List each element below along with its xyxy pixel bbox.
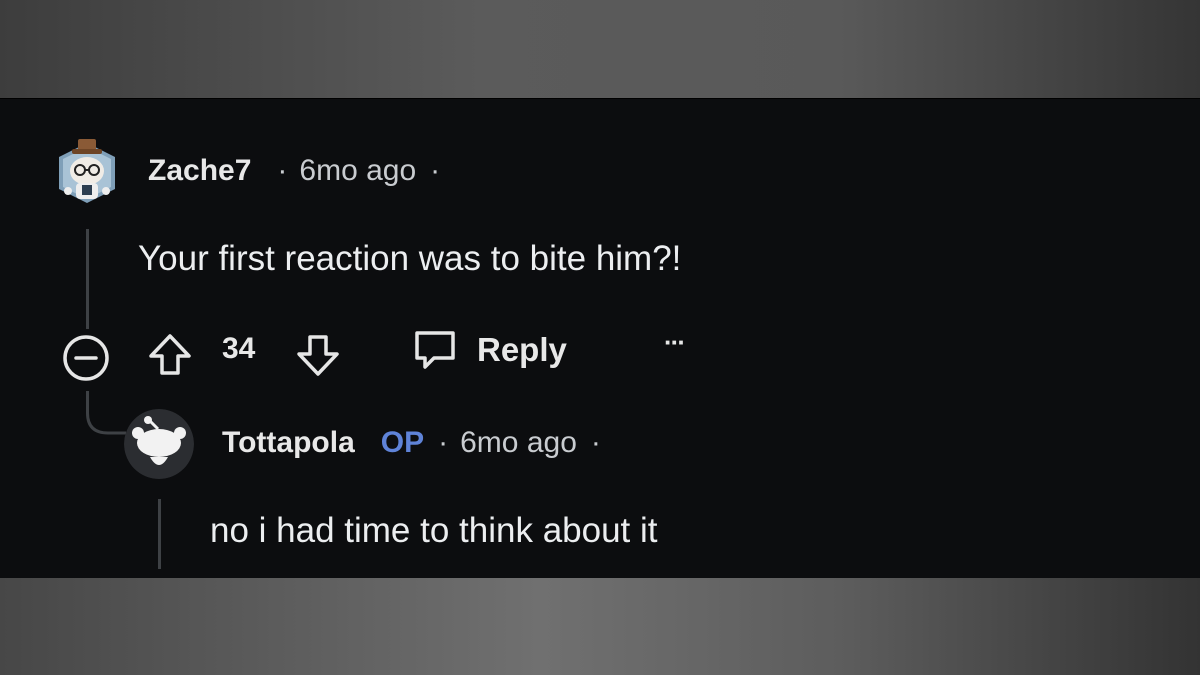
more-icon[interactable]: ··· (664, 327, 686, 358)
comment-header: Zache7 · 6mo ago · (148, 154, 440, 188)
timestamp[interactable]: 6mo ago (460, 426, 577, 460)
avatar-tottapola[interactable] (124, 409, 194, 479)
username[interactable]: Tottapola (222, 426, 355, 460)
comment-body: Your first reaction was to bite him?! (138, 239, 682, 278)
reply-icon (415, 331, 455, 369)
reply-button[interactable]: Reply (410, 325, 567, 375)
downvote-icon[interactable] (294, 331, 342, 379)
upvote-icon[interactable] (146, 331, 194, 379)
collapse-icon[interactable] (60, 332, 112, 384)
thread-line[interactable] (86, 229, 89, 329)
avatar-zache7-icon (59, 139, 115, 203)
timestamp[interactable]: 6mo ago (299, 154, 416, 188)
avatar-zache7[interactable] (52, 137, 122, 207)
comment-body: no i had time to think about it (210, 511, 658, 550)
comment-header: Tottapola OP · 6mo ago · (222, 426, 601, 460)
reply-label: Reply (477, 331, 567, 368)
thread-line[interactable] (158, 499, 161, 569)
separator-dot: · (438, 426, 449, 459)
separator-dot: · (430, 154, 441, 187)
separator-dot: · (277, 154, 288, 187)
separator-dot: · (590, 426, 601, 459)
bottom-frame (0, 578, 1200, 675)
op-badge: OP (380, 426, 425, 459)
username[interactable]: Zache7 (148, 154, 251, 188)
avatar-tottapola-icon (124, 409, 194, 479)
vote-count: 34 (222, 332, 256, 365)
top-frame (0, 0, 1200, 98)
comment-thread: Zache7 · 6mo ago · Your first reaction w… (0, 98, 1200, 580)
